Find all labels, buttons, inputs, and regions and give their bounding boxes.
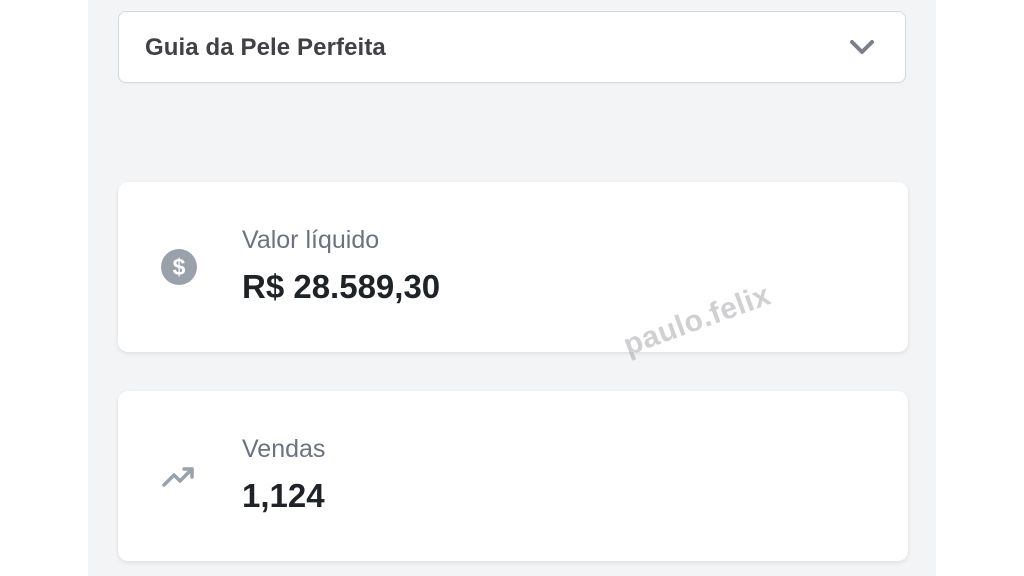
sales-count: 1,124 (242, 477, 325, 514)
sales-label: Vendas (242, 435, 326, 463)
dashboard-panel: Guia da Pele Perfeita $ Valor líquido R$… (88, 0, 936, 576)
trending-up-icon (162, 467, 194, 487)
chevron-down-icon (850, 40, 874, 54)
dollar-coin-icon: $ (161, 249, 197, 285)
net-value-card: $ Valor líquido R$ 28.589,30 (118, 182, 908, 352)
svg-text:$: $ (173, 254, 186, 280)
product-select[interactable]: Guia da Pele Perfeita (118, 11, 906, 83)
product-select-value: Guia da Pele Perfeita (145, 34, 386, 61)
net-value-amount: R$ 28.589,30 (242, 268, 441, 305)
net-value-label: Valor líquido (242, 226, 380, 254)
sales-card: Vendas 1,124 (118, 391, 908, 561)
